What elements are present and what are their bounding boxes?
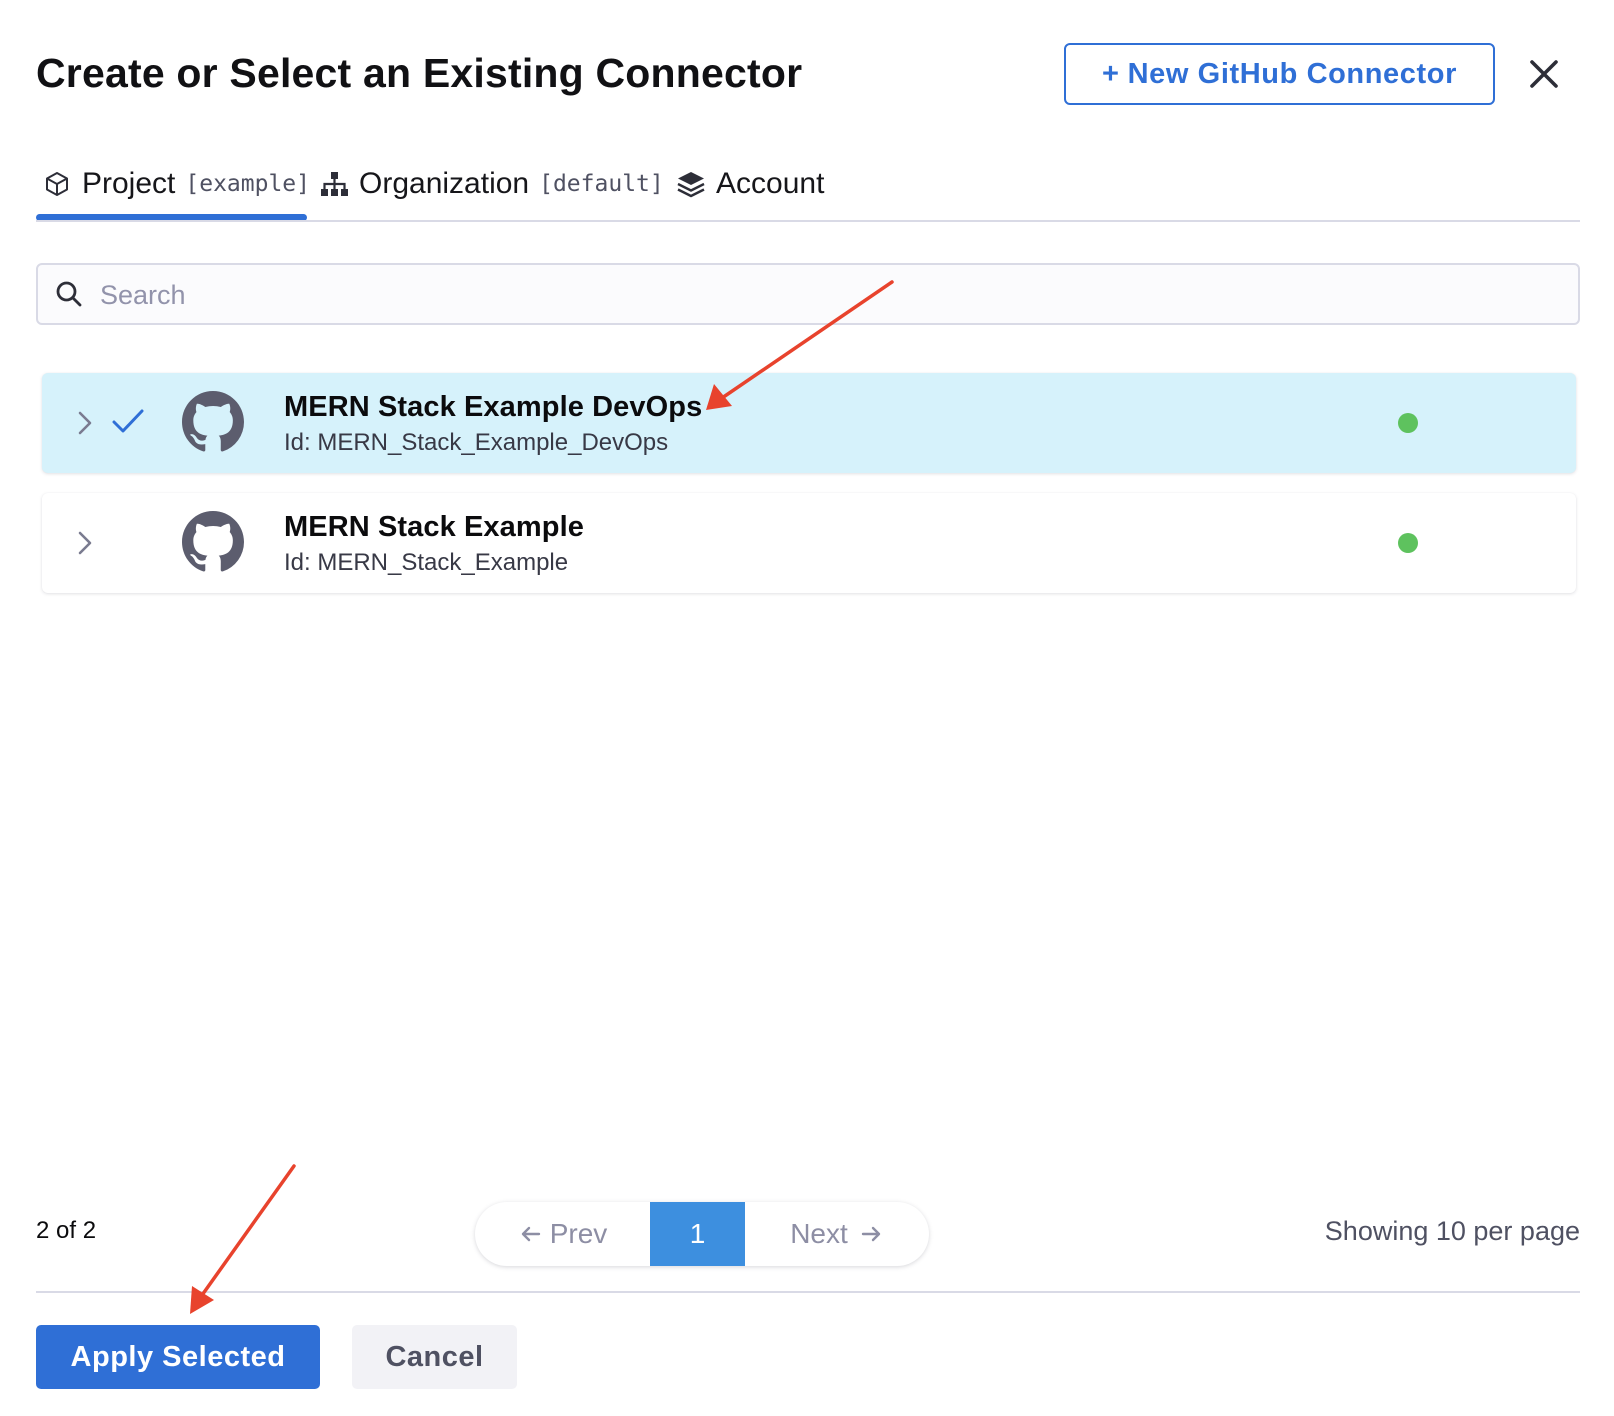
layers-icon	[676, 169, 706, 199]
tabs-divider	[36, 220, 1580, 222]
tab-account-label: Account	[716, 167, 825, 200]
org-hierarchy-icon	[319, 169, 349, 199]
github-icon	[182, 391, 244, 452]
result-count: 2 of 2	[36, 1217, 97, 1244]
plus-icon: +	[1102, 57, 1120, 90]
connector-row[interactable]: MERN Stack Example Id: MERN_Stack_Exampl…	[42, 493, 1576, 593]
apply-selected-button[interactable]: Apply Selected	[36, 1325, 320, 1389]
connector-row[interactable]: MERN Stack Example DevOps Id: MERN_Stack…	[42, 373, 1576, 473]
close-button[interactable]	[1520, 50, 1568, 98]
new-github-connector-label: New GitHub Connector	[1127, 57, 1457, 90]
prev-page-label: Prev	[549, 1218, 608, 1249]
arrow-left-icon	[521, 1226, 540, 1242]
scope-tabs: Project [example] Organization [default]	[36, 148, 1580, 222]
search-icon	[56, 281, 82, 307]
prev-page-button[interactable]: Prev	[475, 1202, 650, 1266]
tab-organization-scope: [default]	[539, 171, 664, 197]
per-page-label: Showing 10 per page	[1324, 1216, 1580, 1246]
connector-id: Id: MERN_Stack_Example_DevOps	[284, 429, 669, 456]
pagination: Prev 1 Next	[475, 1202, 929, 1266]
tab-project-label: Project	[82, 167, 176, 200]
github-icon	[182, 511, 244, 572]
search-box	[36, 263, 1580, 325]
status-dot	[1398, 533, 1418, 553]
connector-dialog: Create or Select an Existing Connector +…	[0, 0, 1614, 1416]
connector-name: MERN Stack Example DevOps	[284, 391, 703, 423]
tab-project-scope: [example]	[185, 171, 310, 197]
tab-organization[interactable]: Organization [default]	[319, 158, 664, 210]
status-dot	[1398, 413, 1418, 433]
footer-divider	[36, 1291, 1580, 1293]
connector-name: MERN Stack Example	[284, 511, 584, 543]
cancel-button[interactable]: Cancel	[352, 1325, 517, 1389]
page-1-button[interactable]: 1	[650, 1202, 745, 1266]
next-page-label: Next	[790, 1218, 848, 1249]
next-page-button[interactable]: Next	[745, 1202, 929, 1266]
tab-account[interactable]: Account	[676, 158, 824, 210]
chevron-right-icon[interactable]	[70, 407, 100, 439]
search-input[interactable]	[98, 273, 1562, 317]
checkmark-icon	[112, 409, 144, 433]
dialog-title: Create or Select an Existing Connector	[36, 50, 803, 96]
chevron-right-icon[interactable]	[70, 527, 100, 559]
cube-icon	[42, 169, 72, 199]
arrow-right-icon	[861, 1226, 880, 1242]
tab-organization-label: Organization	[359, 167, 530, 200]
close-icon	[1530, 60, 1558, 88]
connector-id: Id: MERN_Stack_Example	[284, 549, 569, 576]
new-github-connector-button[interactable]: + New GitHub Connector	[1064, 43, 1495, 105]
tab-project[interactable]: Project [example]	[42, 158, 310, 210]
